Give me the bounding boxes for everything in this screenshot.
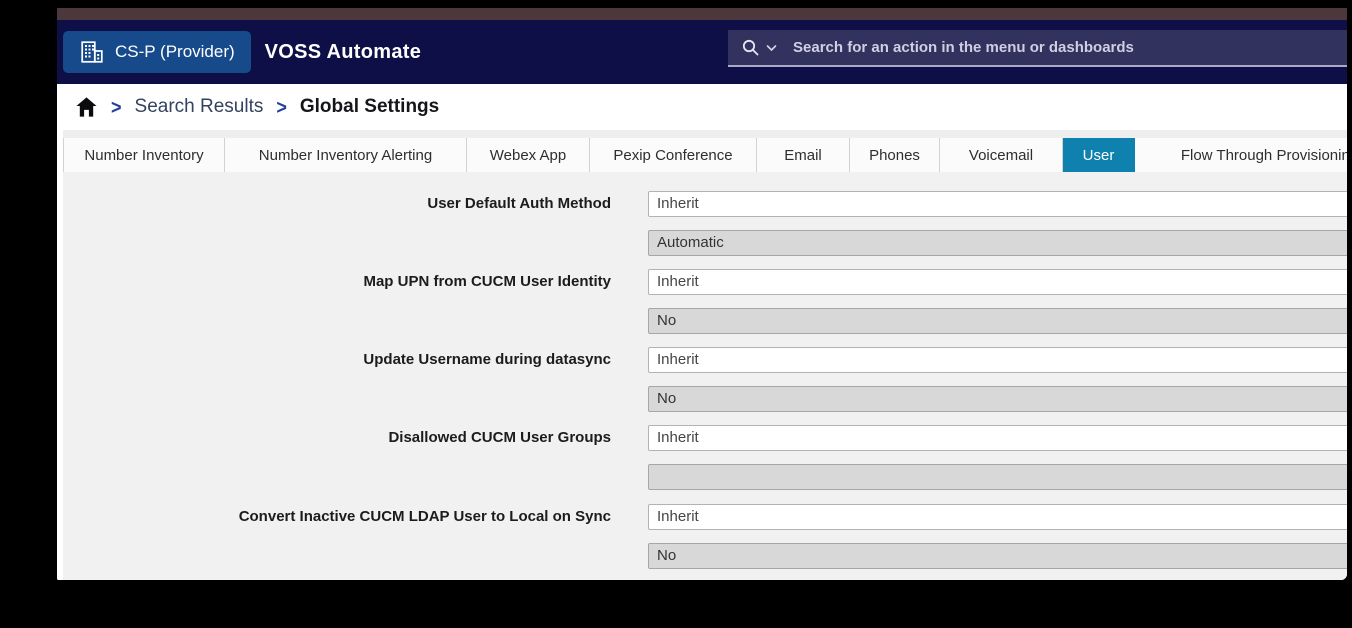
select-user-default-auth-method[interactable]: Inherit: [648, 191, 1347, 217]
tab-email[interactable]: Email: [757, 138, 850, 172]
readonly-convert-inactive-cucm-ldap-user-value: No: [648, 543, 1347, 569]
app-title: VOSS Automate: [265, 41, 422, 64]
tab-number-inventory[interactable]: Number Inventory: [63, 138, 225, 172]
home-icon[interactable]: [75, 96, 98, 118]
tenant-selector-badge[interactable]: CS-P (Provider): [63, 31, 251, 73]
tab-bar: Number Inventory Number Inventory Alerti…: [57, 130, 1347, 172]
global-settings-user-form: User Default Auth Method Inherit Automat…: [57, 172, 1347, 580]
tab-webex-app[interactable]: Webex App: [467, 138, 590, 172]
readonly-update-username-during-datasync-value: No: [648, 386, 1347, 412]
readonly-map-upn-from-cucm-user-identity-value: No: [648, 308, 1347, 334]
tab-flow-through-provisioning[interactable]: Flow Through Provisioning: [1135, 138, 1347, 172]
global-search-input[interactable]: Search for an action in the menu or dash…: [728, 30, 1347, 67]
select-disallowed-cucm-user-groups[interactable]: Inherit: [648, 425, 1347, 451]
breadcrumb-item-global-settings: Global Settings: [300, 96, 439, 118]
building-icon: [79, 39, 105, 65]
field-label-convert-inactive-cucm-ldap-user: Convert Inactive CUCM LDAP User to Local…: [57, 504, 611, 530]
breadcrumb-separator: >: [276, 95, 287, 119]
tab-user[interactable]: User: [1063, 138, 1135, 172]
window-top-strip: [57, 8, 1347, 20]
field-label-disallowed-cucm-user-groups: Disallowed CUCM User Groups: [57, 425, 611, 451]
tab-phones[interactable]: Phones: [850, 138, 940, 172]
search-placeholder: Search for an action in the menu or dash…: [793, 39, 1134, 56]
select-convert-inactive-cucm-ldap-user[interactable]: Inherit: [648, 504, 1347, 530]
breadcrumb-item-search-results[interactable]: Search Results: [135, 96, 264, 118]
breadcrumb: > Search Results > Global Settings: [57, 84, 1347, 130]
tab-number-inventory-alerting[interactable]: Number Inventory Alerting: [225, 138, 467, 172]
readonly-user-default-auth-method-value: Automatic: [648, 230, 1347, 256]
tenant-badge-label: CS-P (Provider): [115, 42, 235, 62]
tab-pexip-conference[interactable]: Pexip Conference: [590, 138, 757, 172]
breadcrumb-separator: >: [111, 95, 122, 119]
field-label-update-username-during-datasync: Update Username during datasync: [57, 347, 611, 373]
content-left-edge: [57, 130, 63, 580]
select-map-upn-from-cucm-user-identity[interactable]: Inherit: [648, 269, 1347, 295]
search-icon[interactable]: [741, 38, 760, 57]
field-label-map-upn-from-cucm-user-identity: Map UPN from CUCM User Identity: [57, 269, 611, 295]
field-label-user-default-auth-method: User Default Auth Method: [57, 191, 611, 217]
app-header: CS-P (Provider) VOSS Automate Search for…: [57, 20, 1347, 84]
tab-voicemail[interactable]: Voicemail: [940, 138, 1063, 172]
app-window: CS-P (Provider) VOSS Automate Search for…: [57, 8, 1347, 580]
readonly-disallowed-cucm-user-groups-value: [648, 464, 1347, 490]
select-update-username-during-datasync[interactable]: Inherit: [648, 347, 1347, 373]
chevron-down-icon[interactable]: [766, 44, 777, 52]
